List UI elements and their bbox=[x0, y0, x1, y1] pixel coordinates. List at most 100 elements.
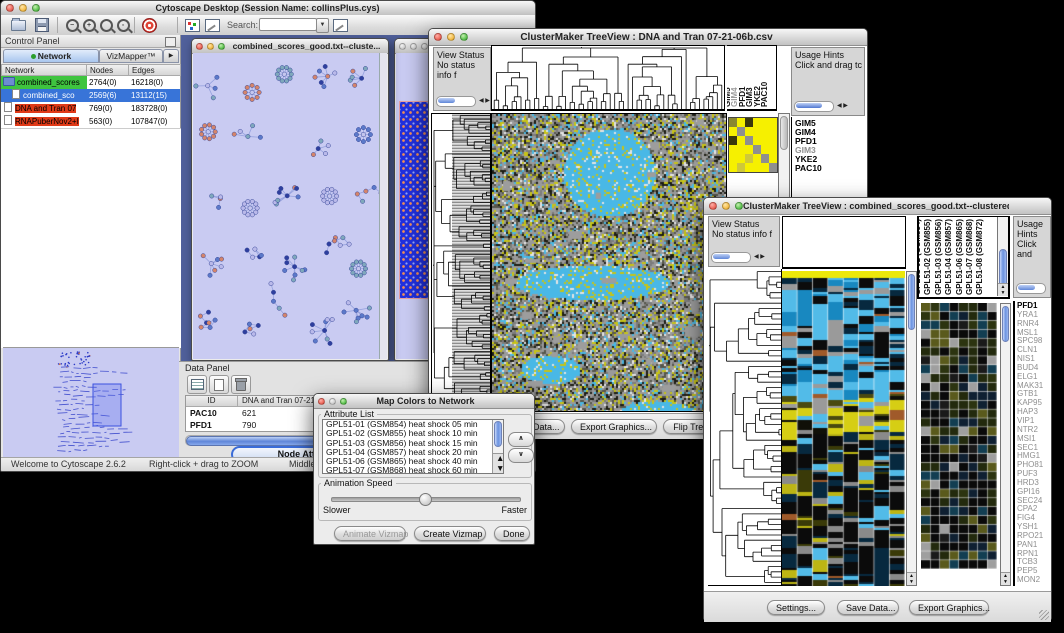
minimize-button[interactable] bbox=[329, 398, 336, 405]
network-graph[interactable] bbox=[193, 53, 382, 360]
main-titlebar[interactable]: Cytoscape Desktop (Session Name: collins… bbox=[1, 1, 535, 16]
usage-hints-scrollbar[interactable] bbox=[1016, 283, 1046, 294]
search-input[interactable] bbox=[259, 18, 317, 31]
matrix-cell[interactable] bbox=[737, 145, 745, 154]
labels-vscroll[interactable]: ▲▼ bbox=[997, 217, 1008, 296]
column-dendrogram[interactable] bbox=[492, 46, 724, 109]
open-session-button[interactable] bbox=[9, 17, 27, 33]
done-button[interactable]: Done bbox=[494, 526, 530, 541]
zoom-button[interactable] bbox=[32, 4, 40, 12]
matrix-cell[interactable] bbox=[729, 163, 737, 172]
table-header-id[interactable]: ID bbox=[186, 396, 238, 407]
animate-vizmap-button[interactable]: Animate Vizmap bbox=[334, 526, 406, 541]
row-dendrogram-panel[interactable] bbox=[431, 113, 491, 410]
usage-hints-scrollbar[interactable]: ◀ ▶ bbox=[794, 101, 848, 112]
global-heatmap[interactable] bbox=[782, 271, 905, 586]
network-window-titlebar[interactable]: combined_scores_good.txt--cluste... bbox=[192, 39, 388, 54]
network-canvas[interactable] bbox=[193, 53, 387, 359]
matrix-cell[interactable] bbox=[737, 163, 745, 172]
zoom-button[interactable] bbox=[460, 33, 468, 41]
treeview-combined-titlebar[interactable]: ClusterMaker TreeView : combined_scores_… bbox=[704, 198, 1051, 215]
help-button[interactable] bbox=[140, 17, 158, 33]
scroll-thumb[interactable] bbox=[713, 254, 730, 259]
scroll-track[interactable] bbox=[794, 101, 834, 112]
column-header-nodes[interactable]: Nodes bbox=[87, 64, 129, 76]
close-button[interactable] bbox=[399, 43, 406, 50]
matrix-cell[interactable] bbox=[769, 127, 777, 136]
matrix-cell[interactable] bbox=[745, 136, 753, 145]
matrix-cell[interactable] bbox=[737, 118, 745, 127]
new-attribute-button[interactable] bbox=[209, 375, 229, 394]
scroll-thumb[interactable] bbox=[796, 103, 822, 108]
matrix-cell[interactable] bbox=[737, 136, 745, 145]
main-heatmap[interactable] bbox=[491, 113, 727, 412]
listbox-vscroll[interactable]: ▲▼ bbox=[492, 420, 503, 473]
matrix-cell[interactable] bbox=[745, 163, 753, 172]
attribute-item[interactable]: GPL51-07 (GSM868) heat shock 60 min bbox=[323, 466, 503, 474]
network-row[interactable]: RNAPuberNov2+I 563(0) 107847(0) bbox=[1, 115, 180, 128]
matrix-cell[interactable] bbox=[745, 154, 753, 163]
move-up-button[interactable]: ∧ bbox=[508, 432, 534, 447]
matrix-cell[interactable] bbox=[761, 118, 769, 127]
zoom-button[interactable] bbox=[735, 202, 743, 210]
matrix-cell[interactable] bbox=[769, 118, 777, 127]
scroll-thumb[interactable] bbox=[780, 116, 788, 150]
gene-list-panel[interactable]: PFD1YRA1RNR4MSL1SPC98CLN1NIS1BUD4ELG1MAK… bbox=[1013, 301, 1051, 586]
dialog-titlebar[interactable]: Map Colors to Network bbox=[314, 394, 534, 409]
minimize-button[interactable] bbox=[447, 33, 455, 41]
minimize-button[interactable] bbox=[410, 43, 417, 50]
scroll-thumb[interactable] bbox=[908, 274, 915, 330]
move-down-button[interactable]: ∨ bbox=[508, 448, 534, 463]
scroll-arrows[interactable]: ◀ ▶ bbox=[837, 102, 848, 111]
network-list-area[interactable] bbox=[1, 128, 181, 348]
resize-grip[interactable] bbox=[1039, 610, 1049, 620]
matrix-cell[interactable] bbox=[753, 145, 761, 154]
minimize-button[interactable] bbox=[19, 4, 27, 12]
export-graphics-button[interactable]: Export Graphics... bbox=[571, 419, 657, 434]
close-button[interactable] bbox=[318, 398, 325, 405]
scroll-thumb[interactable] bbox=[1002, 306, 1009, 342]
row-dendrogram[interactable] bbox=[708, 269, 781, 585]
scroll-track[interactable] bbox=[711, 252, 751, 263]
scroll-arrows[interactable]: ▲▼ bbox=[1001, 572, 1010, 585]
scroll-arrows[interactable]: ▲▼ bbox=[998, 283, 1008, 296]
matrix-cell[interactable] bbox=[753, 136, 761, 145]
matrix-cell[interactable] bbox=[753, 118, 761, 127]
delete-attribute-button[interactable] bbox=[231, 375, 251, 394]
matrix-cell[interactable] bbox=[745, 127, 753, 136]
matrix-cell[interactable] bbox=[729, 136, 737, 145]
annotation-button[interactable] bbox=[203, 17, 221, 33]
matrix-cell[interactable] bbox=[729, 127, 737, 136]
scroll-thumb[interactable] bbox=[1018, 285, 1035, 290]
matrix-cell[interactable] bbox=[769, 145, 777, 154]
zoom-button[interactable] bbox=[340, 398, 347, 405]
vizmapper-button[interactable] bbox=[183, 17, 201, 33]
minimize-button[interactable] bbox=[207, 43, 214, 50]
close-button[interactable] bbox=[434, 33, 442, 41]
matrix-cell[interactable] bbox=[745, 118, 753, 127]
view-status-scrollbar[interactable]: ◀ ▶ bbox=[711, 252, 765, 263]
zoom-fit-button[interactable] bbox=[97, 17, 115, 33]
attribute-editor-button[interactable] bbox=[331, 17, 349, 33]
matrix-cell[interactable] bbox=[753, 127, 761, 136]
zoom-button[interactable] bbox=[421, 43, 428, 50]
scroll-arrows[interactable]: ◀ ▶ bbox=[754, 253, 765, 262]
close-button[interactable] bbox=[6, 4, 14, 12]
selected-cluster-matrix[interactable] bbox=[728, 117, 778, 173]
network-overview-thumbnail[interactable] bbox=[3, 347, 179, 458]
speed-slider-thumb[interactable] bbox=[419, 493, 432, 506]
scroll-thumb[interactable] bbox=[494, 421, 502, 447]
scroll-left-icon[interactable]: ◀ ▶ bbox=[479, 97, 490, 106]
matrix-cell[interactable] bbox=[769, 154, 777, 163]
matrix-cell[interactable] bbox=[761, 145, 769, 154]
matrix-cell[interactable] bbox=[729, 145, 737, 154]
tab-vizmapper[interactable]: VizMapper™ bbox=[99, 49, 163, 63]
attribute-select-button[interactable] bbox=[187, 375, 207, 394]
matrix-cell[interactable] bbox=[745, 145, 753, 154]
table-cell-id[interactable]: PFD1 bbox=[186, 419, 238, 431]
save-session-button[interactable] bbox=[33, 17, 51, 33]
matrix-cell[interactable] bbox=[769, 163, 777, 172]
matrix-cell[interactable] bbox=[737, 127, 745, 136]
tab-overflow-button[interactable]: ▶ bbox=[163, 49, 179, 63]
scroll-track[interactable] bbox=[1016, 283, 1046, 294]
